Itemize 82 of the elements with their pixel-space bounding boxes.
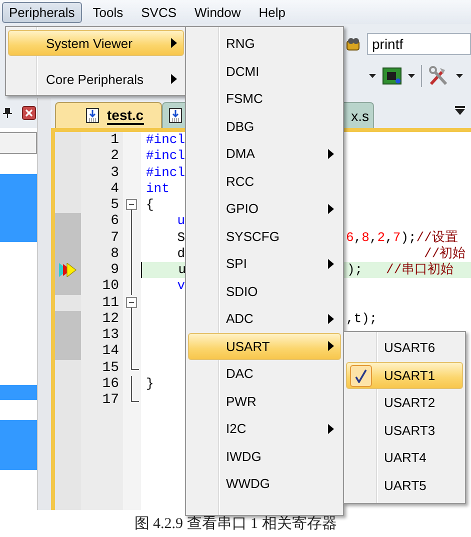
- collapse-icon[interactable]: [126, 294, 137, 312]
- menu-item[interactable]: USART3: [346, 416, 463, 444]
- code-text: 6,8,2,7);//设置: [346, 230, 458, 246]
- code-text: ,t);: [346, 310, 378, 327]
- menu-bar-item[interactable]: Help: [252, 2, 293, 22]
- line-number: 12: [101, 310, 120, 327]
- caret-icon[interactable]: [456, 74, 463, 78]
- code-text: v: [176, 278, 186, 294]
- figure-caption: 图 4.2.9 查看串口 1 相关寄存器: [133, 515, 338, 534]
- menu-item[interactable]: IWDG: [188, 442, 341, 470]
- menu-item[interactable]: ADC: [188, 305, 341, 332]
- code-text: u: [177, 262, 186, 278]
- line-number: 9: [110, 262, 120, 278]
- menu-item[interactable]: SYSCFG: [188, 222, 341, 250]
- menu-item[interactable]: PWR: [188, 388, 341, 415]
- editor-tab[interactable]: test.c: [55, 102, 162, 128]
- code-text: //初始: [423, 246, 466, 262]
- code-text: ); //串口初始: [347, 262, 454, 278]
- code-text: }: [146, 376, 154, 392]
- menu-item[interactable]: UART4: [346, 444, 463, 472]
- menu-item[interactable]: DAC: [188, 360, 341, 388]
- line-number: 8: [110, 246, 120, 262]
- menu-item[interactable]: SPI: [188, 250, 341, 278]
- selection-bar: [0, 174, 37, 242]
- line-number: 10: [101, 278, 120, 294]
- line-number: 13: [101, 327, 120, 344]
- menu-item[interactable]: USART: [188, 332, 341, 360]
- menu-item[interactable]: Core Peripherals: [8, 66, 184, 92]
- code-text: #incl: [146, 148, 186, 164]
- code-text: int: [146, 180, 170, 197]
- document-icon: [86, 108, 99, 123]
- line-number: 11: [101, 294, 120, 311]
- code-text: #incl: [146, 132, 186, 148]
- code-text: {: [146, 197, 154, 214]
- line-number: 5: [110, 197, 120, 214]
- menu-item[interactable]: USART1: [346, 362, 463, 389]
- find-icon[interactable]: [345, 36, 361, 52]
- menu-item[interactable]: I2C: [188, 415, 341, 442]
- caret-icon[interactable]: [408, 74, 415, 78]
- menu-item[interactable]: DCMI: [188, 58, 341, 85]
- panel-field[interactable]: [0, 132, 37, 154]
- document-icon: [169, 108, 182, 123]
- menu-item[interactable]: RNG: [188, 30, 341, 58]
- menu-item[interactable]: USART2: [346, 389, 463, 416]
- line-number: 3: [110, 164, 120, 181]
- chip-icon[interactable]: [382, 67, 402, 85]
- menu-item[interactable]: GPIO: [188, 195, 341, 222]
- code-text: u: [176, 213, 186, 230]
- menu-item[interactable]: System Viewer: [8, 30, 184, 56]
- menu-item[interactable]: FSMC: [188, 85, 341, 112]
- line-number: 4: [110, 180, 120, 197]
- dropdown-icon[interactable]: [455, 106, 465, 115]
- line-number: 17: [101, 392, 120, 408]
- code-text: d: [176, 246, 186, 262]
- line-number: 2: [110, 148, 120, 164]
- menu-item[interactable]: SDIO: [188, 278, 341, 305]
- menu-bar-item[interactable]: Window: [188, 2, 248, 22]
- search-field[interactable]: printf: [367, 33, 471, 55]
- menu-item[interactable]: DMA: [188, 140, 341, 168]
- menu-item[interactable]: RCC: [188, 168, 341, 195]
- line-number: 1: [110, 132, 120, 148]
- pin-icon[interactable]: [3, 108, 12, 118]
- menu-bar-item[interactable]: Peripherals: [2, 2, 82, 22]
- close-icon[interactable]: [22, 106, 36, 120]
- code-text: #incl: [146, 164, 186, 181]
- caret-icon[interactable]: [369, 74, 376, 78]
- selection-bar: [0, 420, 37, 470]
- tools-icon[interactable]: [428, 66, 450, 86]
- menu-item[interactable]: WWDG: [188, 470, 341, 498]
- menu-item[interactable]: USART6: [346, 334, 463, 362]
- menu-item[interactable]: UART5: [346, 472, 463, 499]
- menu-bar-item[interactable]: SVCS: [134, 2, 184, 22]
- menu-item[interactable]: DBG: [188, 112, 341, 140]
- line-number: 7: [110, 230, 120, 246]
- line-number: 15: [101, 360, 120, 376]
- line-number: 6: [110, 213, 120, 230]
- collapse-icon[interactable]: [126, 197, 137, 214]
- menu-bar-item[interactable]: Tools: [86, 2, 130, 22]
- selection-bar: [0, 385, 37, 400]
- code-text: S: [176, 230, 186, 246]
- line-number: 14: [101, 343, 120, 360]
- line-number: 16: [101, 376, 120, 392]
